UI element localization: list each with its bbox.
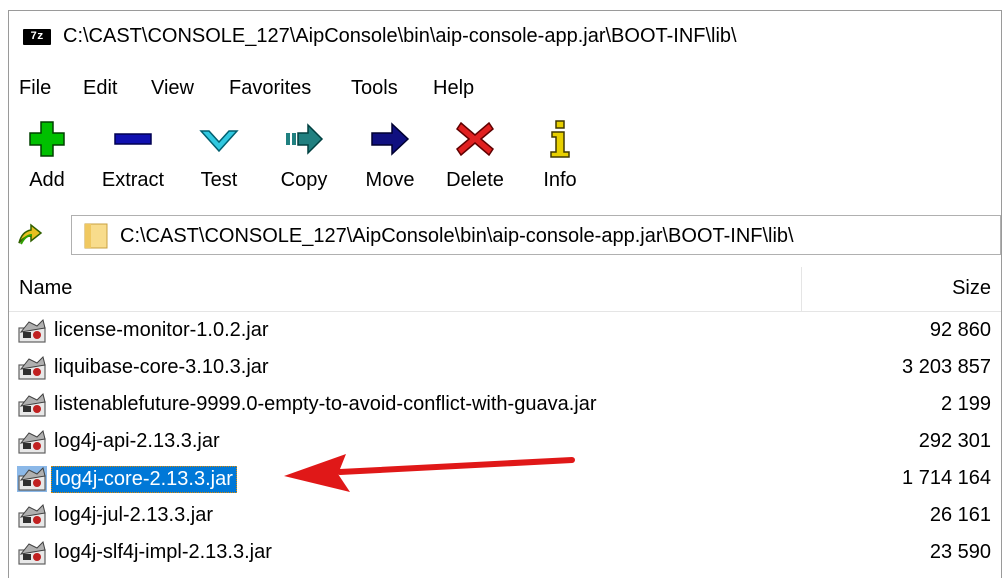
file-row[interactable]: log4j-jul-2.13.3.jar 26 161 — [9, 497, 1001, 534]
delete-label: Delete — [446, 169, 504, 191]
file-name: log4j-api-2.13.3.jar — [54, 430, 220, 452]
file-size: 292 301 — [918, 430, 991, 452]
column-divider[interactable] — [801, 267, 802, 311]
annotation-arrow — [284, 454, 575, 492]
info-label: Info — [543, 169, 577, 191]
jar-file-icon — [17, 466, 47, 492]
window-title: C:\CAST\CONSOLE_127\AipConsole\bin\aip-c… — [63, 25, 737, 47]
move-button[interactable]: Move — [359, 119, 421, 203]
toolbar: Add Extract Test Copy Move Delete Info — [9, 111, 1001, 207]
jar-file-icon — [18, 356, 46, 380]
column-header-name[interactable]: Name — [19, 277, 72, 300]
file-name: log4j-jul-2.13.3.jar — [54, 504, 213, 526]
file-name: log4j-slf4j-impl-2.13.3.jar — [54, 541, 272, 563]
title-bar[interactable]: 7z C:\CAST\CONSOLE_127\AipConsole\bin\ai… — [9, 11, 1001, 63]
file-size: 2 199 — [940, 393, 991, 415]
list-header: Name Size — [9, 267, 1001, 312]
menu-help[interactable]: Help — [433, 77, 474, 100]
file-name: liquibase-core-3.10.3.jar — [54, 356, 269, 378]
file-name: log4j-core-2.13.3.jar — [51, 466, 237, 493]
add-button[interactable]: Add — [17, 119, 77, 203]
file-size: 26 161 — [929, 504, 991, 526]
menu-file[interactable]: File — [19, 77, 51, 100]
folder-icon — [84, 223, 108, 249]
path-text: C:\CAST\CONSOLE_127\AipConsole\bin\aip-c… — [120, 225, 794, 247]
jar-file-icon — [18, 504, 46, 528]
copy-button[interactable]: Copy — [271, 119, 337, 203]
7zip-logo-icon: 7z — [23, 29, 51, 45]
extract-button[interactable]: Extract — [93, 119, 173, 203]
file-row[interactable]: log4j-slf4j-impl-2.13.3.jar 23 590 — [9, 534, 1001, 571]
file-size: 92 860 — [929, 319, 991, 341]
extract-icon — [114, 133, 152, 145]
jar-file-icon — [18, 393, 46, 417]
test-button[interactable]: Test — [189, 119, 249, 203]
file-size: 3 203 857 — [902, 356, 991, 378]
jar-file-icon — [18, 430, 46, 454]
menu-tools[interactable]: Tools — [351, 77, 398, 100]
jar-file-icon — [18, 541, 46, 565]
file-size: 1 714 164 — [902, 467, 991, 489]
file-row[interactable]: liquibase-core-3.10.3.jar 3 203 857 — [9, 349, 1001, 386]
file-name: listenablefuture-9999.0-empty-to-avoid-c… — [54, 393, 597, 415]
column-header-size[interactable]: Size — [952, 277, 991, 300]
info-icon — [550, 120, 570, 158]
file-row[interactable]: listenablefuture-9999.0-empty-to-avoid-c… — [9, 386, 1001, 423]
file-row[interactable]: license-monitor-1.0.2.jar 92 860 — [9, 312, 1001, 349]
extract-label: Extract — [101, 169, 165, 191]
file-size: 23 590 — [929, 541, 991, 563]
copy-icon — [286, 123, 324, 155]
test-icon — [199, 130, 239, 153]
test-label: Test — [200, 169, 238, 191]
up-folder-icon[interactable] — [15, 219, 45, 249]
add-label: Add — [29, 169, 65, 191]
menu-edit[interactable]: Edit — [83, 77, 117, 100]
copy-label: Copy — [280, 169, 328, 191]
menu-bar: File Edit View Favorites Tools Help — [9, 69, 1001, 109]
file-list: Name Size license-monitor-1.0.2.jar 92 86… — [9, 267, 1001, 579]
file-name: license-monitor-1.0.2.jar — [54, 319, 269, 341]
path-input[interactable]: C:\CAST\CONSOLE_127\AipConsole\bin\aip-c… — [71, 215, 1001, 255]
add-icon — [29, 121, 65, 157]
delete-icon — [456, 121, 494, 157]
address-bar: C:\CAST\CONSOLE_127\AipConsole\bin\aip-c… — [9, 209, 1001, 259]
menu-view[interactable]: View — [151, 77, 194, 100]
delete-button[interactable]: Delete — [441, 119, 509, 203]
jar-file-icon — [18, 319, 46, 343]
move-icon — [371, 122, 410, 156]
menu-favorites[interactable]: Favorites — [229, 77, 311, 100]
info-button[interactable]: Info — [535, 119, 585, 203]
move-label: Move — [365, 169, 415, 191]
